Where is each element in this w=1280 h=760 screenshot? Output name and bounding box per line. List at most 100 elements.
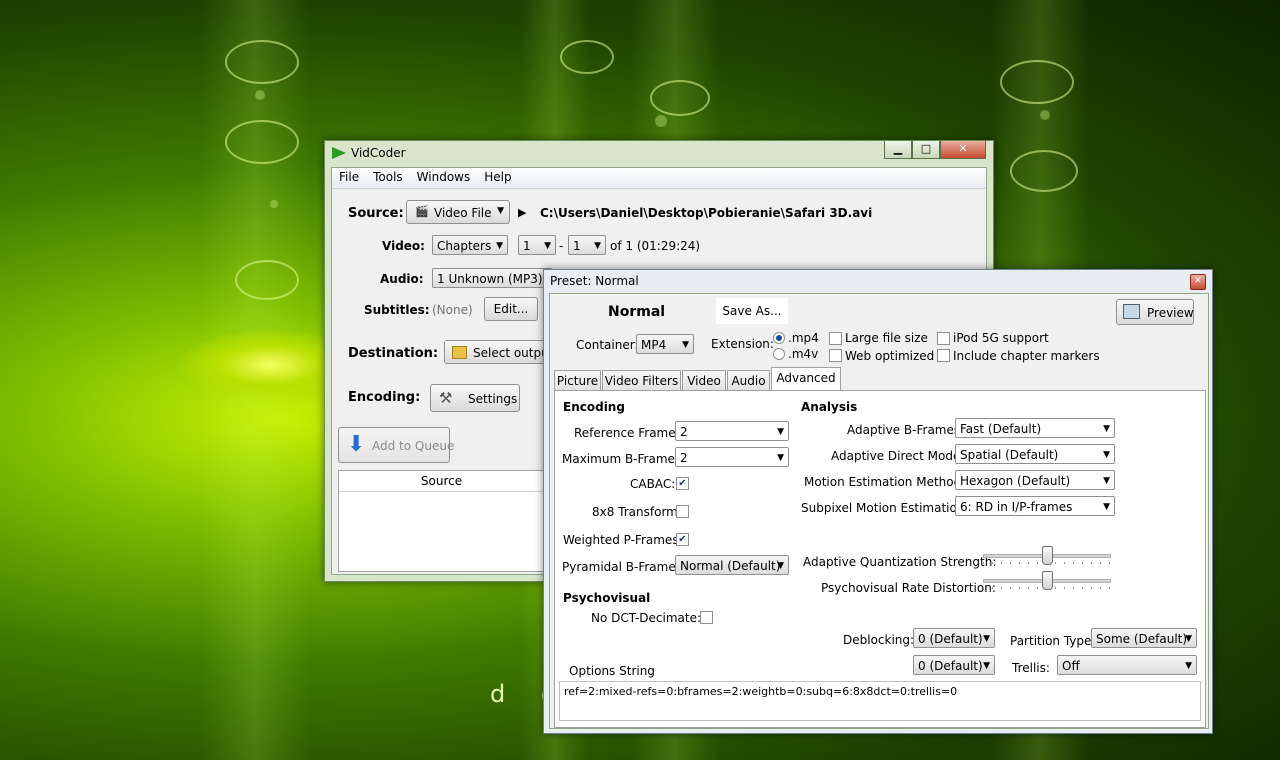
source-video-file-button[interactable]: 🎬 Video File ▼ [406, 200, 510, 224]
chevron-down-icon: ▼ [544, 241, 551, 251]
audio-label: Audio: [380, 272, 424, 286]
deblocking-select-2[interactable]: 0 (Default) ▼ [913, 655, 995, 675]
chapter-start-value: 1 [523, 239, 531, 253]
chapter-markers-checkbox[interactable] [937, 349, 950, 362]
audio-track-value: 1 Unknown (MP3) (2 [437, 272, 552, 286]
preset-titlebar[interactable]: Preset: Normal ✕ [544, 270, 1212, 292]
chapter-markers-label: Include chapter markers [953, 349, 1100, 363]
ext-mp4-radio[interactable] [773, 332, 785, 344]
no-dct-label: No DCT-Decimate: [591, 611, 702, 625]
encoding-label: Encoding: [348, 390, 421, 405]
cabac-checkbox[interactable]: ✔ [676, 477, 689, 490]
aq-strength-slider[interactable] [983, 546, 1111, 568]
web-optimized-checkbox[interactable] [829, 349, 842, 362]
partition-label: Partition Type: [1010, 634, 1096, 648]
preview-button[interactable]: Preview [1116, 299, 1194, 325]
menu-help[interactable]: Help [477, 168, 518, 186]
options-string-field[interactable]: ref=2:mixed-refs=0:bframes=2:weightb=0:s… [559, 681, 1201, 721]
queue-header-source[interactable]: Source [339, 471, 544, 492]
reference-frames-value: 2 [680, 425, 688, 439]
save-as-button[interactable]: Save As... [716, 298, 788, 324]
transform-checkbox[interactable] [676, 505, 689, 518]
tab-audio[interactable]: Audio [727, 370, 770, 390]
reference-frames-select[interactable]: 2 ▼ [675, 421, 789, 441]
chevron-down-icon: ▼ [497, 206, 504, 216]
subtitles-label: Subtitles: [364, 303, 430, 317]
tab-video-filters[interactable]: Video Filters [602, 370, 681, 390]
ipod-support-label: iPod 5G support [953, 331, 1049, 345]
preset-client: Normal Save As... Preview Container: MP4… [549, 293, 1209, 729]
max-bframes-select[interactable]: 2 ▼ [675, 447, 789, 467]
ext-m4v-radio[interactable] [773, 348, 785, 360]
container-select[interactable]: MP4 ▼ [636, 334, 694, 354]
chapter-dash: - [559, 239, 564, 253]
menu-tools[interactable]: Tools [366, 168, 410, 186]
chevron-down-icon: ▼ [1103, 502, 1110, 512]
tab-video[interactable]: Video [682, 370, 726, 390]
trellis-select[interactable]: Off ▼ [1057, 655, 1197, 675]
audio-track-select[interactable]: 1 Unknown (MP3) (2 [432, 268, 552, 288]
no-dct-checkbox[interactable] [700, 611, 713, 624]
subpixel-select[interactable]: 6: RD in I/P-frames ▼ [955, 496, 1115, 516]
pyramidal-label: Pyramidal B-Frames: [562, 560, 687, 574]
add-to-queue-button[interactable]: ⬇ Add to Queue [338, 427, 454, 463]
close-button[interactable]: ✕ [940, 141, 986, 159]
close-button[interactable]: ✕ [1190, 274, 1206, 290]
large-file-size-checkbox[interactable] [829, 332, 842, 345]
subpixel-label: Subpixel Motion Estimation: [801, 501, 969, 515]
tab-picture[interactable]: Picture [554, 370, 601, 390]
wallpaper-coil [650, 80, 710, 116]
ext-mp4-label: .mp4 [788, 331, 819, 345]
source-label: Source: [348, 206, 404, 221]
edit-subtitles-button[interactable]: Edit... [484, 297, 538, 321]
add-to-queue-label: Add to Queue [372, 439, 455, 453]
container-label: Container: [576, 338, 639, 352]
preset-window-title: Preset: Normal [550, 274, 639, 288]
menu-bar: File Tools Windows Help [332, 168, 986, 189]
folder-icon [452, 346, 467, 359]
psy-rd-slider[interactable] [983, 571, 1111, 593]
slider-thumb[interactable] [1042, 546, 1053, 565]
maximize-button[interactable]: □ [912, 141, 940, 159]
max-bframes-value: 2 [680, 451, 688, 465]
source-path: C:\Users\Daniel\Desktop\Pobieranie\Safar… [540, 206, 873, 220]
psychovisual-heading: Psychovisual [563, 591, 651, 605]
arrow-down-icon: ⬇ [347, 432, 366, 457]
cabac-label: CABAC: [630, 477, 676, 491]
slider-thumb[interactable] [1042, 571, 1053, 590]
pyramidal-value: Normal (Default) [680, 559, 781, 573]
encoding-settings-button[interactable]: ⚒ Settings [430, 384, 520, 412]
pyramidal-select[interactable]: Normal (Default) ▼ [675, 555, 789, 575]
adaptive-bframes-select[interactable]: Fast (Default) ▼ [955, 418, 1115, 438]
preset-name: Normal [608, 304, 666, 320]
deblocking-select-1[interactable]: 0 (Default) ▼ [913, 628, 995, 648]
clapperboard-icon: 🎬 [415, 205, 429, 218]
select-output-button[interactable]: Select output [444, 340, 554, 364]
max-bframes-label: Maximum B-Frames: [562, 452, 686, 466]
deblocking-value-1: 0 (Default) [918, 632, 983, 646]
subpixel-value: 6: RD in I/P-frames [960, 500, 1073, 514]
video-mode-select[interactable]: Chapters ▼ [432, 235, 508, 255]
wallpaper-coil [225, 40, 299, 84]
deblocking-label: Deblocking: [843, 633, 915, 647]
ipod-support-checkbox[interactable] [937, 332, 950, 345]
tab-advanced[interactable]: Advanced [771, 367, 841, 390]
wallpaper-coil [235, 260, 299, 300]
chapter-start-select[interactable]: 1 ▼ [518, 235, 556, 255]
adaptive-bframes-label: Adaptive B-Frames: [847, 423, 965, 437]
menu-file[interactable]: File [332, 168, 366, 186]
adaptive-direct-label: Adaptive Direct Mode: [831, 449, 965, 463]
minimize-button[interactable]: ▁ [884, 141, 912, 159]
play-icon: ▶ [518, 206, 527, 219]
weighted-p-checkbox[interactable]: ✔ [676, 533, 689, 546]
psy-rd-label: Psychovisual Rate Distortion: [821, 581, 996, 595]
adaptive-direct-select[interactable]: Spatial (Default) ▼ [955, 444, 1115, 464]
vidcoder-titlebar[interactable]: VidCoder ▁ □ ✕ [325, 141, 993, 165]
chevron-down-icon: ▼ [1185, 634, 1192, 644]
motion-est-select[interactable]: Hexagon (Default) ▼ [955, 470, 1115, 490]
container-value: MP4 [641, 338, 667, 352]
subtitles-value: (None) [432, 303, 473, 317]
menu-windows[interactable]: Windows [410, 168, 478, 186]
partition-select[interactable]: Some (Default) ▼ [1091, 628, 1197, 648]
chapter-end-select[interactable]: 1 ▼ [568, 235, 606, 255]
